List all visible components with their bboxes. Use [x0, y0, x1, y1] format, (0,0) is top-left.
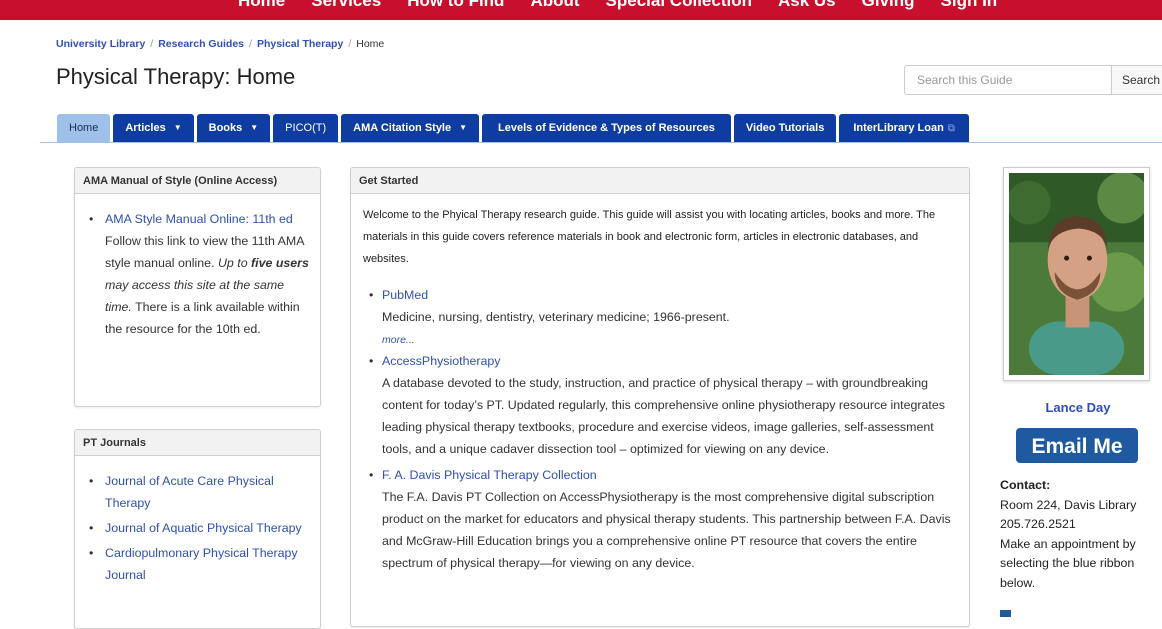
ama-desc-bold: five users — [251, 256, 309, 270]
pt-journals-box: PT Journals Journal of Acute Care Physic… — [74, 429, 321, 629]
caret-down-icon: ▼ — [250, 123, 259, 133]
top-nav-sign-in[interactable]: Sign In — [941, 0, 998, 11]
tab-home-label: Home — [69, 122, 99, 134]
resource-desc: Medicine, nursing, dentistry, veterinary… — [382, 310, 730, 324]
list-item: AccessPhysiotherapy A database devoted t… — [351, 350, 969, 460]
journals-box-title: PT Journals — [75, 430, 320, 456]
guide-tabs: Home Articles ▼ Books ▼ PICO(T) AMA Citati… — [57, 114, 969, 142]
journal-link-aquatic[interactable]: Journal of Aquatic Physical Therapy — [105, 521, 302, 535]
tab-ama-label: AMA Citation Style — [353, 122, 452, 134]
tab-ama-citation[interactable]: AMA Citation Style ▼ — [341, 114, 480, 142]
ama-box-body: AMA Style Manual Online: 11th ed Follow … — [75, 194, 320, 340]
tab-levels-of-evidence[interactable]: Levels of Evidence & Types of Resources — [482, 114, 731, 142]
list-item: Journal of Acute Care Physical Therapy — [75, 470, 320, 514]
tab-pico[interactable]: PICO(T) — [273, 114, 339, 142]
breadcrumb: University Library / Research Guides / Physi… — [56, 38, 384, 50]
search-input[interactable] — [904, 65, 1112, 95]
top-nav: Home Services How to Find About Special … — [238, 0, 997, 11]
profile-photo — [1003, 167, 1150, 381]
breadcrumb-separator: / — [150, 38, 154, 50]
resource-list: PubMed Medicine, nursing, dentistry, vet… — [351, 284, 969, 574]
journal-link-acute-care[interactable]: Journal of Acute Care Physical Therapy — [105, 474, 274, 510]
contact-info: Contact: Room 224, Davis Library 205.726… — [1000, 476, 1162, 593]
tab-home[interactable]: Home — [57, 114, 111, 142]
ama-manual-box: AMA Manual of Style (Online Access) AMA … — [74, 167, 321, 407]
contact-appointment: Make an appointment by selecting the blu… — [1000, 536, 1136, 590]
breadcrumb-separator: / — [348, 38, 352, 50]
tab-books[interactable]: Books ▼ — [196, 114, 271, 142]
caret-down-icon: ▼ — [459, 123, 468, 133]
tab-video-label: Video Tutorials — [745, 122, 825, 134]
tab-ill-label: InterLibrary Loan — [853, 122, 944, 134]
more-link[interactable]: more... — [382, 334, 415, 346]
page-title: Physical Therapy: Home — [56, 64, 296, 89]
top-nav-special-collection[interactable]: Special Collection — [606, 0, 752, 11]
tab-books-label: Books — [208, 122, 243, 134]
list-item: AMA Style Manual Online: 11th ed Follow … — [75, 208, 320, 340]
email-me-button[interactable]: Email Me — [1016, 428, 1138, 463]
tab-levels-label: Levels of Evidence & Types of Resources — [498, 122, 715, 134]
profile-name[interactable]: Lance Day — [1003, 400, 1153, 415]
contact-room: Room 224, Davis Library — [1000, 497, 1137, 512]
tab-divider — [40, 142, 1162, 143]
list-item: Journal of Aquatic Physical Therapy — [75, 517, 320, 539]
top-nav-about[interactable]: About — [530, 0, 579, 11]
contact-label: Contact: — [1000, 478, 1051, 492]
top-nav-services[interactable]: Services — [311, 0, 381, 11]
breadcrumb-separator: / — [249, 38, 252, 50]
list-item: Cardiopulmonary Physical Therapy Journal — [75, 542, 320, 586]
ama-desc-italic-1: Up to — [217, 256, 252, 270]
top-nav-giving[interactable]: Giving — [862, 0, 915, 11]
get-started-title: Get Started — [351, 168, 969, 194]
top-nav-home[interactable]: Home — [238, 0, 285, 11]
tab-pico-label: PICO(T) — [285, 122, 327, 134]
resource-desc: A database devoted to the study, instruc… — [382, 376, 945, 456]
breadcrumb-university-library[interactable]: University Library — [56, 38, 145, 50]
journals-box-body: Journal of Acute Care Physical Therapy J… — [75, 456, 320, 586]
external-link-icon: ⧉ — [947, 123, 955, 134]
top-nav-ask-us[interactable]: Ask Us — [778, 0, 836, 11]
tab-video-tutorials[interactable]: Video Tutorials — [733, 114, 837, 142]
caret-down-icon: ▼ — [173, 123, 182, 133]
profile-photo-image — [1009, 173, 1144, 375]
tab-articles-label: Articles — [125, 122, 166, 134]
journal-link-cardiopulmonary[interactable]: Cardiopulmonary Physical Therapy Journal — [105, 546, 298, 582]
ama-list: AMA Style Manual Online: 11th ed Follow … — [75, 208, 320, 340]
ama-box-title: AMA Manual of Style (Online Access) — [75, 168, 320, 194]
journals-list: Journal of Acute Care Physical Therapy J… — [75, 470, 320, 586]
appointment-ribbon[interactable] — [1000, 610, 1011, 617]
list-item: F. A. Davis Physical Therapy Collection … — [351, 464, 969, 574]
breadcrumb-physical-therapy[interactable]: Physical Therapy — [257, 38, 343, 50]
resource-desc: The F.A. Davis PT Collection on AccessPh… — [382, 490, 951, 570]
get-started-box: Get Started Welcome to the Phyical Thera… — [350, 167, 970, 627]
resource-link-accessphysiotherapy[interactable]: AccessPhysiotherapy — [382, 354, 500, 368]
guide-search: Search — [904, 65, 1162, 95]
get-started-body: Welcome to the Phyical Therapy research … — [351, 194, 969, 574]
resource-link-pubmed[interactable]: PubMed — [382, 288, 428, 302]
contact-phone: 205.726.2521 — [1000, 517, 1076, 531]
ama-style-manual-link[interactable]: AMA Style Manual Online: 11th ed — [105, 212, 293, 226]
search-button[interactable]: Search — [1112, 65, 1162, 95]
breadcrumb-current: Home — [356, 38, 385, 50]
ama-desc-2: There is a link available within the res… — [105, 300, 300, 336]
top-nav-how-to-find[interactable]: How to Find — [407, 0, 504, 11]
top-nav-bar: Home Services How to Find About Special … — [0, 0, 1162, 20]
tab-interlibrary-loan[interactable]: InterLibrary Loan ⧉ — [839, 114, 969, 142]
get-started-intro: Welcome to the Phyical Therapy research … — [363, 209, 936, 265]
tab-articles[interactable]: Articles ▼ — [113, 114, 194, 142]
list-item: PubMed Medicine, nursing, dentistry, vet… — [351, 284, 969, 350]
resource-link-fa-davis[interactable]: F. A. Davis Physical Therapy Collection — [382, 468, 597, 482]
breadcrumb-research-guides[interactable]: Research Guides — [158, 38, 244, 50]
